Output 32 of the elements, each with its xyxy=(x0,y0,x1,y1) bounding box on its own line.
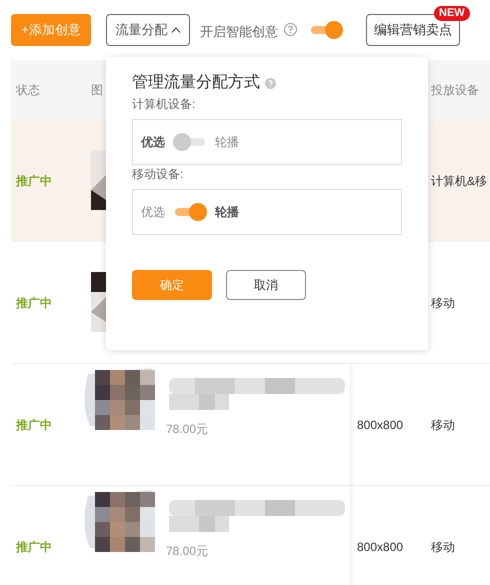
option-label: 轮播 xyxy=(215,134,239,151)
column-header: 投放设备 xyxy=(431,82,480,99)
status-text: 推广中 xyxy=(14,294,53,312)
group-label: 计算机设备: xyxy=(132,96,196,113)
device-text: 计算机&移 xyxy=(431,172,488,190)
cancel-button[interactable]: 取消 xyxy=(226,270,306,300)
status-text: 推广中 xyxy=(14,172,53,190)
column-header: 状态 xyxy=(15,82,41,99)
column-header: 图 xyxy=(91,82,103,99)
status-text: 推广中 xyxy=(14,416,53,434)
price-text: 78.00元 xyxy=(165,543,210,560)
popup-title: 管理流量分配方式 xyxy=(132,72,260,93)
help-icon xyxy=(284,23,297,36)
device-text: 移动 xyxy=(431,538,456,556)
toggle-switch[interactable] xyxy=(173,133,207,151)
caret-up-icon xyxy=(170,27,180,33)
status-text: 推广中 xyxy=(14,538,53,556)
device-text: 移动 xyxy=(431,294,456,312)
new-badge: NEW xyxy=(434,6,470,21)
size-text: 800x800 xyxy=(356,538,404,556)
help-icon xyxy=(265,78,276,88)
smart-creative-label: 开启智能创意 xyxy=(200,23,278,41)
price-text: 78.00元 xyxy=(165,421,210,438)
device-text: 移动 xyxy=(431,416,456,434)
group-label: 移动设备: xyxy=(132,166,184,183)
option-label: 轮播 xyxy=(215,204,239,221)
toggle-switch[interactable] xyxy=(173,203,207,221)
size-text: 800x800 xyxy=(356,416,404,434)
traffic-dropdown-button[interactable]: 流量分配 xyxy=(106,14,190,46)
toggle-switch[interactable] xyxy=(309,21,343,39)
option-label: 优选 xyxy=(141,134,165,151)
option-label: 优选 xyxy=(141,204,165,221)
